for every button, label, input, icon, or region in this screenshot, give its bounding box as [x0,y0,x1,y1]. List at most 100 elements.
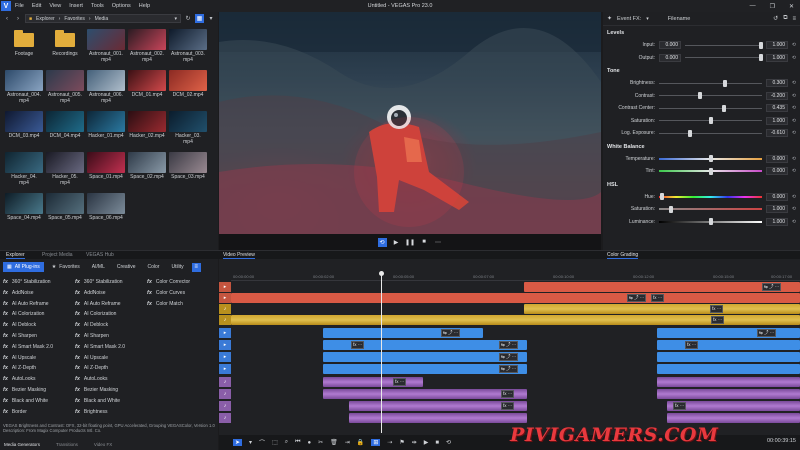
reset-icon[interactable]: ⟲ [788,168,796,174]
reset-icon[interactable]: ⟲ [788,93,796,99]
plugin-item[interactable]: fx Color Corrector [147,277,190,287]
reset-icon[interactable]: ⟲ [788,55,796,61]
clip-fx-tag[interactable]: ⇆ ⤴ ⋯ [499,365,519,373]
track-header-audio[interactable]: ♪ [219,315,231,325]
split-icon[interactable]: ✂ [318,439,323,446]
fx-param-slider[interactable] [659,92,762,100]
filter-utility[interactable]: Utility [167,262,187,272]
video-clip[interactable]: fx ⋯ ⇆ ⤴ ⋯ [323,340,527,350]
video-clip[interactable]: ⇆ ⤴ ⋯ [323,328,483,338]
track-header-audio[interactable]: ♪ [219,413,231,423]
audio-clip[interactable] [657,377,800,387]
clip-fx-tag[interactable]: fx ⋯ [501,390,515,398]
reset-icon[interactable]: ⟲ [788,42,796,48]
clip-fx-tag[interactable]: fx ⋯ [651,294,665,302]
clip-fx-tag[interactable]: fx ⋯ [673,402,687,410]
chevron-down-icon[interactable]: ▾ [646,16,649,22]
fx-param-slider[interactable] [659,167,762,175]
plugin-item[interactable]: fx 360° Stabilization [75,277,123,287]
track-header-video[interactable]: ▸ [219,364,231,374]
tab-vegas-hub[interactable]: VEGAS Hub [86,252,114,258]
fx-param-value[interactable]: 0.000 [766,192,788,201]
breadcrumb-explorer[interactable]: Explorer [36,16,55,22]
envelope-tool-icon[interactable]: ⌒ [259,438,265,447]
fx-param-min-field[interactable]: 0.000 [659,53,681,62]
folder-item[interactable]: Recordings [45,29,85,67]
plugin-item[interactable]: fx AI Sharpen [75,331,109,341]
tab-video-fx[interactable]: Video FX [94,442,112,450]
plugin-item[interactable]: fx Black and White [75,396,120,406]
plugin-item[interactable]: fx AddNoise [75,288,106,298]
snapping-icon[interactable]: ⊞ [371,439,381,446]
filter-all-plugins[interactable]: ▦ All Plug-ins [3,262,44,272]
tab-project-media[interactable]: Project Media [42,252,73,258]
clip-fx-tag[interactable]: ⇆ ⤴ ⋯ [499,353,519,361]
breadcrumb-favorites[interactable]: Favorites [64,16,85,22]
audio-clip[interactable]: fx ⋯ [323,389,527,399]
plugin-item[interactable]: fx 360° Stabilization [3,277,51,287]
maximize-icon[interactable]: ❐ [770,3,775,10]
media-item[interactable]: Hacker_05. mp4 [45,152,85,190]
audio-clip[interactable]: fx ⋯ [524,304,800,314]
audio-clip[interactable]: fx ⋯ [323,377,423,387]
plugin-item[interactable]: fx AI Deblock [3,320,36,330]
plugin-item[interactable]: fx AI Upscale [3,353,36,363]
media-item[interactable]: DCM_02.mp4 [168,70,208,108]
loop-icon[interactable]: ⟲ [446,439,451,446]
plugin-item[interactable]: fx AI Auto Reframe [3,299,49,309]
fx-param-slider[interactable] [659,104,762,112]
media-item[interactable]: Hacker_01.mp4 [86,111,126,149]
marker-icon[interactable]: ⚑ [399,439,404,446]
menu-view[interactable]: View [49,3,61,9]
track-header-video[interactable]: ▸ [219,328,231,338]
region-icon[interactable]: ⇹ [412,439,417,446]
track-header-audio[interactable]: ♪ [219,401,231,411]
reset-icon[interactable]: ⟲ [788,105,796,111]
media-item[interactable]: Astronaut_004. mp4 [4,70,44,108]
zoom-tool-icon[interactable]: ⌕ [285,439,288,446]
chevron-down-icon[interactable]: ▾ [174,16,177,22]
clip-fx-tag[interactable]: ⇆ ⤴ ⋯ [762,283,782,291]
reset-icon[interactable]: ⟲ [788,194,796,200]
media-item[interactable]: Space_03.mp4 [168,152,208,190]
view-options-icon[interactable]: ▾ [207,15,215,23]
slider-handle[interactable] [698,92,703,100]
folder-item[interactable]: Footage [4,29,44,67]
slider-handle[interactable] [669,205,674,213]
clip-fx-tag[interactable]: ⇆ ⤴ ⋯ [757,329,777,337]
clip-fx-tag[interactable]: fx ⋯ [711,316,725,324]
video-clip[interactable] [657,364,800,374]
plugin-item[interactable]: fx Border [3,407,27,417]
slider-handle[interactable] [721,104,726,112]
plugin-item[interactable]: fx AI Upscale [75,353,108,363]
clip-fx-tag[interactable]: ⇆ ⤴ ⋯ [627,294,647,302]
plugin-item[interactable]: fx AI Smart Mask 2.0 [75,342,125,352]
video-clip[interactable]: ⇆ ⤴ ⋯ [657,328,800,338]
audio-clip[interactable]: fx ⋯ [349,401,527,411]
refresh-icon[interactable]: ↻ [184,15,192,23]
filter-favorites[interactable]: ★ Favorites [48,262,84,272]
track-header-audio[interactable]: ♪ [219,377,231,387]
plugin-item[interactable]: fx Brightness [75,407,108,417]
media-item[interactable]: Hacker_02.mp4 [127,111,167,149]
slider-handle[interactable] [708,117,713,125]
video-clip[interactable]: ⇆ ⤴ ⋯ [323,364,527,374]
video-clip[interactable]: ⇆ ⤴ ⋯ [524,282,800,292]
fx-param-slider[interactable] [659,205,762,213]
fx-param-value[interactable]: 0.300 [766,79,788,88]
chevron-down-icon[interactable]: ▾ [249,439,252,446]
track-header-video[interactable]: ▸ [219,293,231,303]
menu-edit[interactable]: Edit [32,3,41,9]
media-item[interactable]: Space_02.mp4 [127,152,167,190]
plugin-item[interactable]: fx Black and White [3,396,48,406]
plugin-item[interactable]: fx Bezier Masking [3,385,46,395]
menu-options[interactable]: Options [112,3,131,9]
clip-fx-tag[interactable]: fx ⋯ [393,378,407,386]
fx-param-value[interactable]: 1.000 [766,53,788,62]
forward-icon[interactable]: › [14,15,22,23]
plugin-item[interactable]: fx AI Z-Depth [75,363,108,373]
slider-handle[interactable] [687,129,692,137]
filter-ai-ml[interactable]: AI/ML [88,262,109,272]
reset-icon[interactable]: ⟲ [788,80,796,86]
track-header-video[interactable]: ▸ [219,282,231,292]
